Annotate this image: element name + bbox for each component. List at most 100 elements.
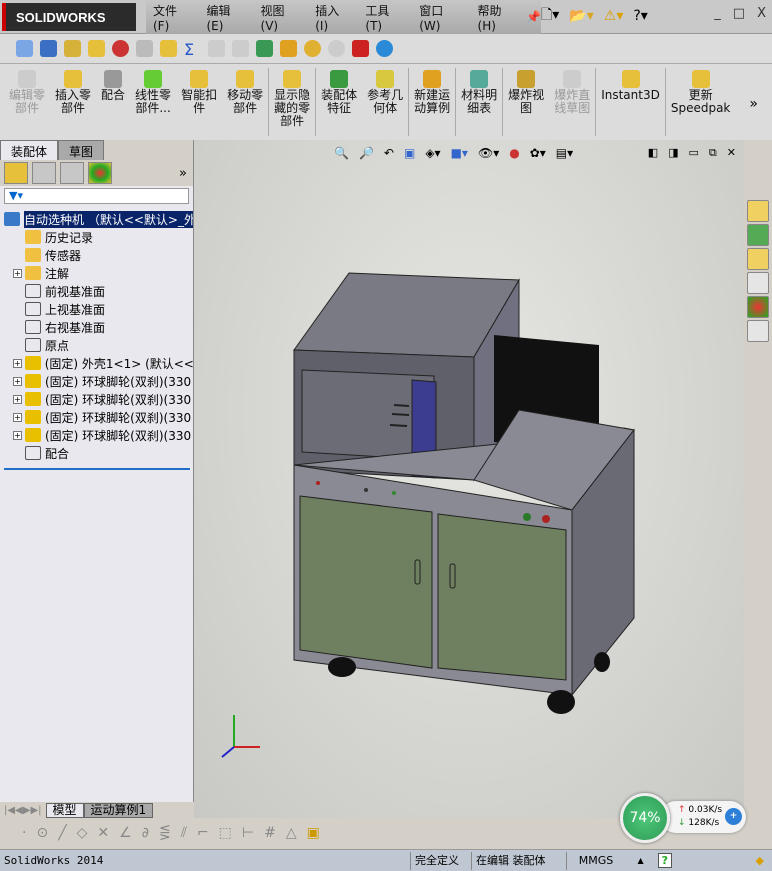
expand-icon[interactable]: + [13,394,22,404]
tree-item[interactable]: + (固定) 环球脚轮(双刹)(330 [0,408,193,426]
rectangle-icon[interactable]: ⬚ [219,825,232,841]
menu-tools[interactable]: 工具(T) [358,2,412,33]
check-icon[interactable] [160,40,177,57]
circle-icon[interactable]: ⊙ [36,825,48,841]
insert-component-button[interactable]: 插入零 部件 [50,64,96,115]
tab-model[interactable]: 模型 [45,802,84,818]
property-manager-tab-icon[interactable] [32,162,56,184]
expand-button[interactable]: + [725,808,742,825]
file-explorer-icon[interactable] [747,248,769,270]
point-icon[interactable]: · [22,825,26,841]
trim-icon[interactable]: ✕ [97,825,109,841]
new-document-icon[interactable]: 🗋▾ [541,4,559,28]
menu-help[interactable]: 帮助(H) [471,2,527,33]
tree-item[interactable]: + (固定) 环球脚轮(双刹)(330 [0,390,193,408]
minimize-button[interactable]: _ [714,6,721,21]
configuration-manager-tab-icon[interactable] [60,162,84,184]
pin-icon[interactable]: 📌 [526,10,541,24]
design-library-icon[interactable] [747,224,769,246]
extend-icon[interactable]: ∠ [119,825,132,841]
help-icon[interactable]: ?▾ [633,8,647,24]
appearance-icon[interactable] [352,40,369,57]
offset-icon[interactable]: ⫽ [181,825,187,841]
machine-model[interactable] [194,140,744,818]
exploded-view-button[interactable]: 爆炸视 图 [503,64,549,115]
tree-item[interactable]: 右视基准面 [0,318,193,336]
zebra-icon[interactable] [304,40,321,57]
view-palette-icon[interactable] [747,272,769,294]
tree-item[interactable]: 上视基准面 [0,300,193,318]
maximize-button[interactable]: □ [733,6,745,21]
angle-icon[interactable]: △ [286,825,297,841]
tab-motion-study[interactable]: 运动算例1 [83,802,154,818]
tree-item[interactable]: + (固定) 外壳1<1> (默认<<默 [0,354,193,372]
network-monitor-widget[interactable]: ↑ 0.03K/s ↓ 128K/s + 74% [620,793,746,843]
open-icon[interactable]: 📂▾ [569,8,593,24]
menu-window[interactable]: 窗口(W) [412,2,470,33]
expand-icon[interactable]: + [13,412,22,422]
smart-fasteners-button[interactable]: 智能扣 件 [176,64,222,115]
home-icon[interactable] [747,200,769,222]
menu-file[interactable]: 文件(F) [146,2,199,33]
tree-item[interactable]: 传感器 [0,246,193,264]
rebuild-tag-icon[interactable]: ◆ [756,854,764,867]
expand-icon[interactable]: + [13,376,22,386]
rollback-bar[interactable] [4,468,190,470]
tree-item[interactable]: 自动选种机 （默认<<默认>_外观 [0,210,193,228]
render-icon[interactable] [376,40,393,57]
graphics-area[interactable]: 🔍 🔎 ↶ ▣ ◈▾ ■▾ 👁▾ ● ✿▾ ▤▾ ◧ ◨ ▭ ⧉ ✕ [194,140,744,818]
tab-sketch[interactable]: 草图 [58,140,105,160]
tree-item[interactable]: + (固定) 环球脚轮(双刹)(330 [0,372,193,390]
show-hidden-components-button[interactable]: 显示隐 藏的零 部件 [269,64,315,128]
tree-item[interactable]: + (固定) 环球脚轮(双刹)(330 [0,426,193,444]
reference-geometry-button[interactable]: 参考几 何体 [362,64,408,115]
fillet-icon[interactable]: ∂ [142,825,149,841]
menu-view[interactable]: 视图(V) [254,2,309,33]
mass-properties-icon[interactable] [64,40,81,57]
explode-line-sketch-button[interactable]: 爆炸直 线草图 [549,64,595,115]
units-selector[interactable]: MMGS [565,851,626,870]
corner-icon[interactable]: ⌐ [197,825,209,841]
table-icon[interactable] [256,40,273,57]
measure-tape-icon[interactable]: ▣ [307,825,320,841]
tab-scroll-arrows[interactable]: |◀◀▶▶| [0,805,46,816]
instant3d-button[interactable]: Instant3D [596,64,665,102]
units-arrow-icon[interactable]: ▲ [638,856,644,865]
move-component-button[interactable]: 移动零 部件 [222,64,268,115]
menu-insert[interactable]: 插入(I) [308,2,358,33]
expand-icon[interactable]: + [13,358,22,368]
mirror-icon[interactable]: ⋚ [159,825,171,841]
mate-button[interactable]: 配合 [96,64,130,102]
expand-icon[interactable]: + [13,268,22,278]
display-manager-tab-icon[interactable] [88,162,112,184]
section-properties-icon[interactable] [88,40,105,57]
line-icon[interactable]: ╱ [58,825,66,841]
tab-assembly[interactable]: 装配体 [0,140,59,160]
update-speedpak-button[interactable]: 更新 Speedpak [666,64,736,115]
help-icon[interactable]: ? [657,853,673,868]
tree-item[interactable]: 历史记录 [0,228,193,246]
spell-check-icon[interactable] [16,40,33,57]
sigma-icon[interactable]: Σ [184,40,201,59]
more-tabs-button[interactable]: » [179,166,187,181]
draft-analysis-icon[interactable] [280,40,297,57]
grid-icon[interactable]: # [264,825,276,841]
menu-edit[interactable]: 编辑(E) [199,2,253,33]
feature-manager-tab-icon[interactable] [4,162,28,184]
tree-item[interactable]: + 注解 [0,264,193,282]
rebuild-icon[interactable]: ⚠▾ [604,8,624,24]
more-commands-button[interactable]: » [749,96,758,112]
new-motion-study-button[interactable]: 新建运 动算例 [409,64,455,115]
bill-of-materials-button[interactable]: 材料明 细表 [456,64,502,115]
linear-pattern-button[interactable]: 线性零 部件... [130,64,176,115]
edit-component-button[interactable]: 编辑零 部件 [4,64,50,115]
custom-properties-icon[interactable] [747,320,769,342]
tree-item[interactable]: 配合 [0,444,193,462]
dimension-icon[interactable]: ⊢ [242,825,254,841]
polygon-icon[interactable]: ◇ [77,825,88,841]
measure-icon[interactable] [40,40,57,57]
tree-filter-input[interactable]: ▼▾ [4,188,189,204]
tree-item[interactable]: 前视基准面 [0,282,193,300]
tree-item[interactable]: 原点 [0,336,193,354]
performance-icon[interactable] [112,40,129,57]
